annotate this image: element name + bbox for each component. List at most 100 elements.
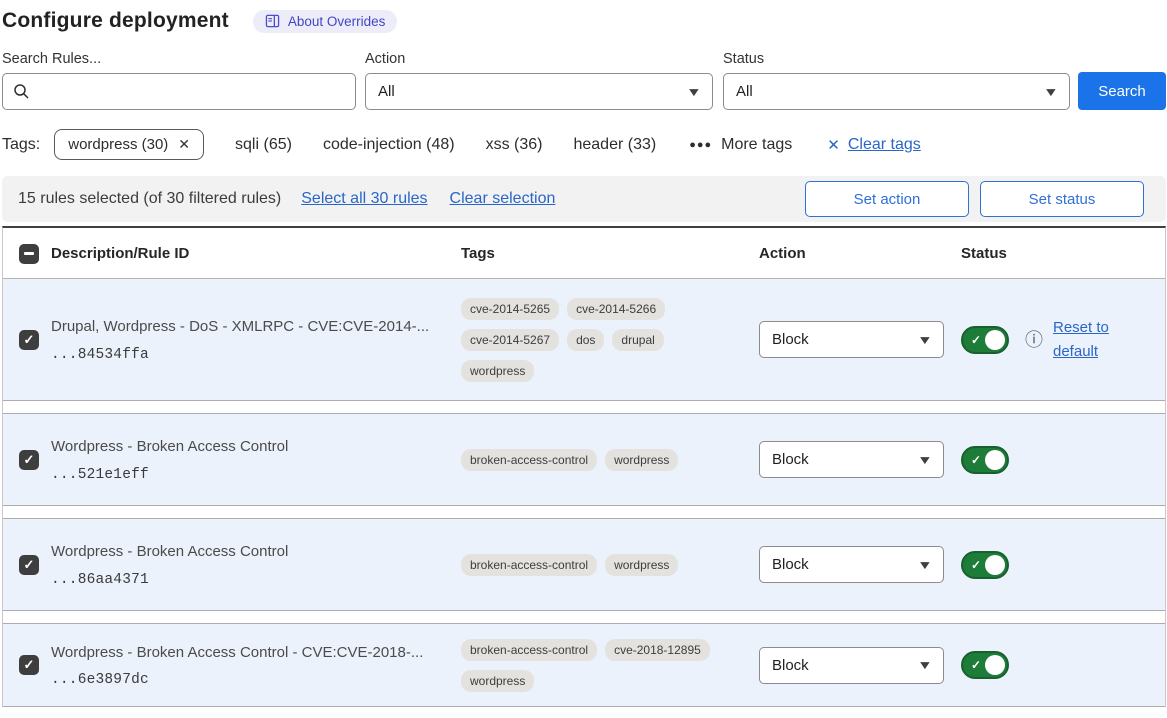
rule-description: Drupal, Wordpress - DoS - XMLRPC - CVE:C… bbox=[51, 316, 447, 338]
table-header-row: Description/Rule ID Tags Action Status bbox=[3, 228, 1165, 279]
toggle-knob bbox=[985, 330, 1005, 350]
status-toggle[interactable]: ✓ bbox=[961, 446, 1009, 474]
info-icon[interactable]: ⓘ bbox=[1025, 331, 1043, 349]
row-action-select[interactable]: Block ▼ bbox=[759, 647, 944, 684]
row-checkbox[interactable] bbox=[19, 555, 39, 575]
tag-filter-code-injection[interactable]: code-injection (48) bbox=[323, 136, 455, 154]
tag-filter-header[interactable]: header (33) bbox=[573, 136, 656, 154]
status-toggle[interactable]: ✓ bbox=[961, 326, 1009, 354]
status-select-value: All bbox=[736, 83, 753, 100]
action-filter: Action All ▼ bbox=[365, 51, 713, 110]
book-icon bbox=[265, 14, 280, 28]
row-checkbox[interactable] bbox=[19, 450, 39, 470]
rule-id: ...84534ffa bbox=[51, 347, 447, 363]
selection-bar: 15 rules selected (of 30 filtered rules)… bbox=[2, 176, 1166, 222]
check-icon: ✓ bbox=[971, 558, 981, 572]
action-label: Action bbox=[365, 51, 713, 67]
search-rules-input[interactable] bbox=[2, 73, 356, 110]
row-action-value: Block bbox=[772, 556, 809, 573]
rules-table: Description/Rule ID Tags Action Status D… bbox=[2, 226, 1166, 707]
column-header-status: Status bbox=[961, 245, 1165, 262]
status-select[interactable]: All ▼ bbox=[723, 73, 1070, 110]
toggle-knob bbox=[985, 450, 1005, 470]
status-filter: Status All ▼ bbox=[723, 51, 1070, 110]
row-action-select[interactable]: Block ▼ bbox=[759, 321, 944, 358]
row-checkbox[interactable] bbox=[19, 330, 39, 350]
tag-badge: cve-2014-5265 bbox=[461, 298, 559, 320]
selected-tag-label: wordpress (30) bbox=[68, 136, 168, 153]
column-header-action: Action bbox=[759, 245, 961, 262]
row-action-value: Block bbox=[772, 657, 809, 674]
search-filter: Search Rules... bbox=[2, 51, 356, 110]
more-tags-label: More tags bbox=[721, 136, 792, 154]
status-toggle[interactable]: ✓ bbox=[961, 551, 1009, 579]
reset-to-default-link[interactable]: Reset to default bbox=[1053, 316, 1125, 364]
tag-filter-sqli[interactable]: sqli (65) bbox=[235, 136, 292, 154]
rule-tags: broken-access-control wordpress bbox=[461, 554, 711, 576]
check-icon: ✓ bbox=[971, 453, 981, 467]
tag-badge: drupal bbox=[612, 329, 663, 351]
clear-selection-link[interactable]: Clear selection bbox=[450, 190, 556, 208]
tag-badge: wordpress bbox=[461, 360, 534, 382]
tag-badge: wordpress bbox=[605, 449, 678, 471]
rule-id: ...86aa4371 bbox=[51, 572, 447, 588]
rule-id: ...521e1eff bbox=[51, 467, 447, 483]
rule-tags: broken-access-control wordpress bbox=[461, 449, 711, 471]
rule-description: Wordpress - Broken Access Control bbox=[51, 436, 447, 458]
rule-description: Wordpress - Broken Access Control bbox=[51, 541, 447, 563]
rule-tags: broken-access-controlcve-2018-12895wordp… bbox=[461, 639, 711, 692]
chevron-down-icon: ▼ bbox=[686, 85, 702, 99]
clear-tags-button[interactable]: ✕ Clear tags bbox=[827, 136, 921, 154]
row-checkbox[interactable] bbox=[19, 655, 39, 675]
select-all-rules-link[interactable]: Select all 30 rules bbox=[301, 190, 427, 208]
ellipsis-icon: ●●● bbox=[689, 139, 712, 151]
rule-description: Wordpress - Broken Access Control - CVE:… bbox=[51, 642, 447, 664]
tag-badge: broken-access-control bbox=[461, 639, 597, 661]
action-select[interactable]: All ▼ bbox=[365, 73, 713, 110]
tag-badge: broken-access-control bbox=[461, 449, 597, 471]
check-icon: ✓ bbox=[971, 658, 981, 672]
row-action-value: Block bbox=[772, 331, 809, 348]
remove-tag-icon[interactable]: ✕ bbox=[178, 136, 190, 153]
more-tags-button[interactable]: ●●● More tags bbox=[689, 136, 792, 154]
status-toggle[interactable]: ✓ bbox=[961, 651, 1009, 679]
tag-badge: wordpress bbox=[605, 554, 678, 576]
set-status-button[interactable]: Set status bbox=[980, 181, 1144, 217]
rule-id: ...6e3897dc bbox=[51, 672, 447, 688]
tag-badge: dos bbox=[567, 329, 604, 351]
tag-badge: cve-2014-5267 bbox=[461, 329, 559, 351]
page-header: Configure deployment About Overrides bbox=[2, 9, 1166, 33]
table-row: Drupal, Wordpress - DoS - XMLRPC - CVE:C… bbox=[3, 279, 1165, 401]
status-label: Status bbox=[723, 51, 1070, 67]
rule-tags: cve-2014-5265cve-2014-5266cve-2014-5267d… bbox=[461, 298, 711, 382]
table-row: Wordpress - Broken Access Control ...521… bbox=[3, 413, 1165, 506]
close-icon: ✕ bbox=[827, 136, 840, 154]
select-all-checkbox[interactable] bbox=[19, 244, 39, 264]
search-button[interactable]: Search bbox=[1078, 72, 1166, 110]
search-rules-label: Search Rules... bbox=[2, 51, 356, 67]
selection-summary: 15 rules selected (of 30 filtered rules) bbox=[18, 190, 281, 208]
search-icon bbox=[13, 83, 30, 100]
configure-deployment-page: Configure deployment About Overrides Sea… bbox=[0, 0, 1167, 718]
row-action-select[interactable]: Block ▼ bbox=[759, 546, 944, 583]
tags-label: Tags: bbox=[2, 136, 40, 154]
row-action-select[interactable]: Block ▼ bbox=[759, 441, 944, 478]
page-title: Configure deployment bbox=[2, 9, 229, 33]
column-header-tags: Tags bbox=[461, 245, 711, 262]
chevron-down-icon: ▼ bbox=[917, 453, 933, 467]
toggle-knob bbox=[985, 655, 1005, 675]
set-action-button[interactable]: Set action bbox=[805, 181, 969, 217]
chevron-down-icon: ▼ bbox=[1043, 85, 1059, 99]
filters-bar: Search Rules... Action All ▼ Status All … bbox=[2, 51, 1166, 110]
selected-tag-wordpress[interactable]: wordpress (30) ✕ bbox=[54, 129, 204, 160]
row-action-value: Block bbox=[772, 451, 809, 468]
chevron-down-icon: ▼ bbox=[917, 333, 933, 347]
action-select-value: All bbox=[378, 83, 395, 100]
table-row: Wordpress - Broken Access Control - CVE:… bbox=[3, 623, 1165, 707]
chevron-down-icon: ▼ bbox=[917, 558, 933, 572]
table-row: Wordpress - Broken Access Control ...86a… bbox=[3, 518, 1165, 611]
table-body: Drupal, Wordpress - DoS - XMLRPC - CVE:C… bbox=[3, 279, 1165, 707]
tag-badge: broken-access-control bbox=[461, 554, 597, 576]
about-overrides-button[interactable]: About Overrides bbox=[253, 10, 398, 33]
tag-filter-xss[interactable]: xss (36) bbox=[486, 136, 543, 154]
